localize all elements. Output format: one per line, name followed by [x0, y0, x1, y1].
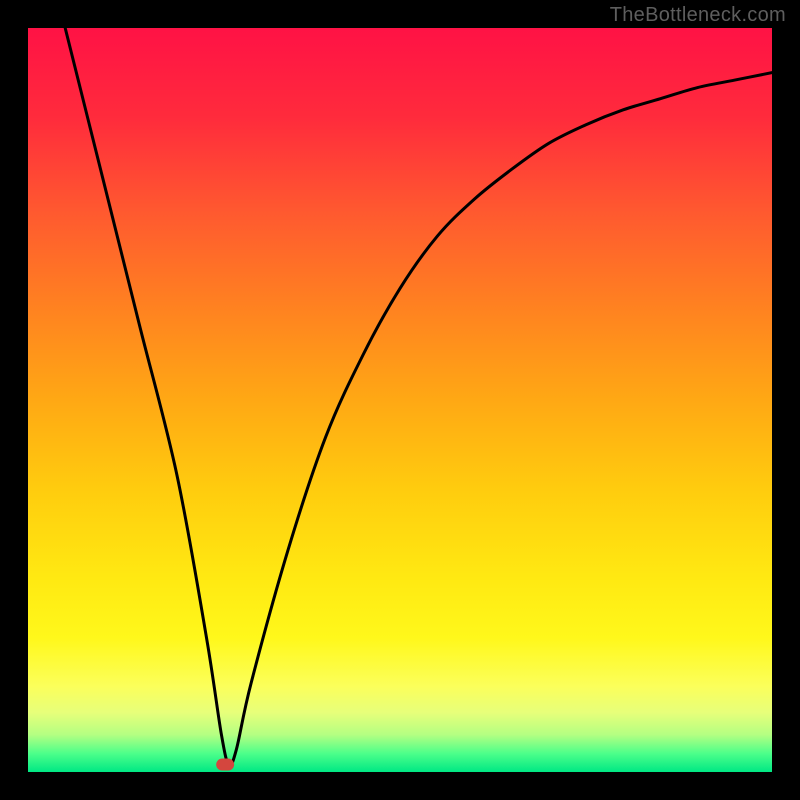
chart-svg [28, 28, 772, 772]
watermark-text: TheBottleneck.com [610, 4, 786, 27]
chart-frame: TheBottleneck.com [0, 0, 800, 800]
minimum-marker [216, 759, 234, 771]
gradient-background [28, 28, 772, 772]
chart-plot-area [28, 28, 772, 772]
